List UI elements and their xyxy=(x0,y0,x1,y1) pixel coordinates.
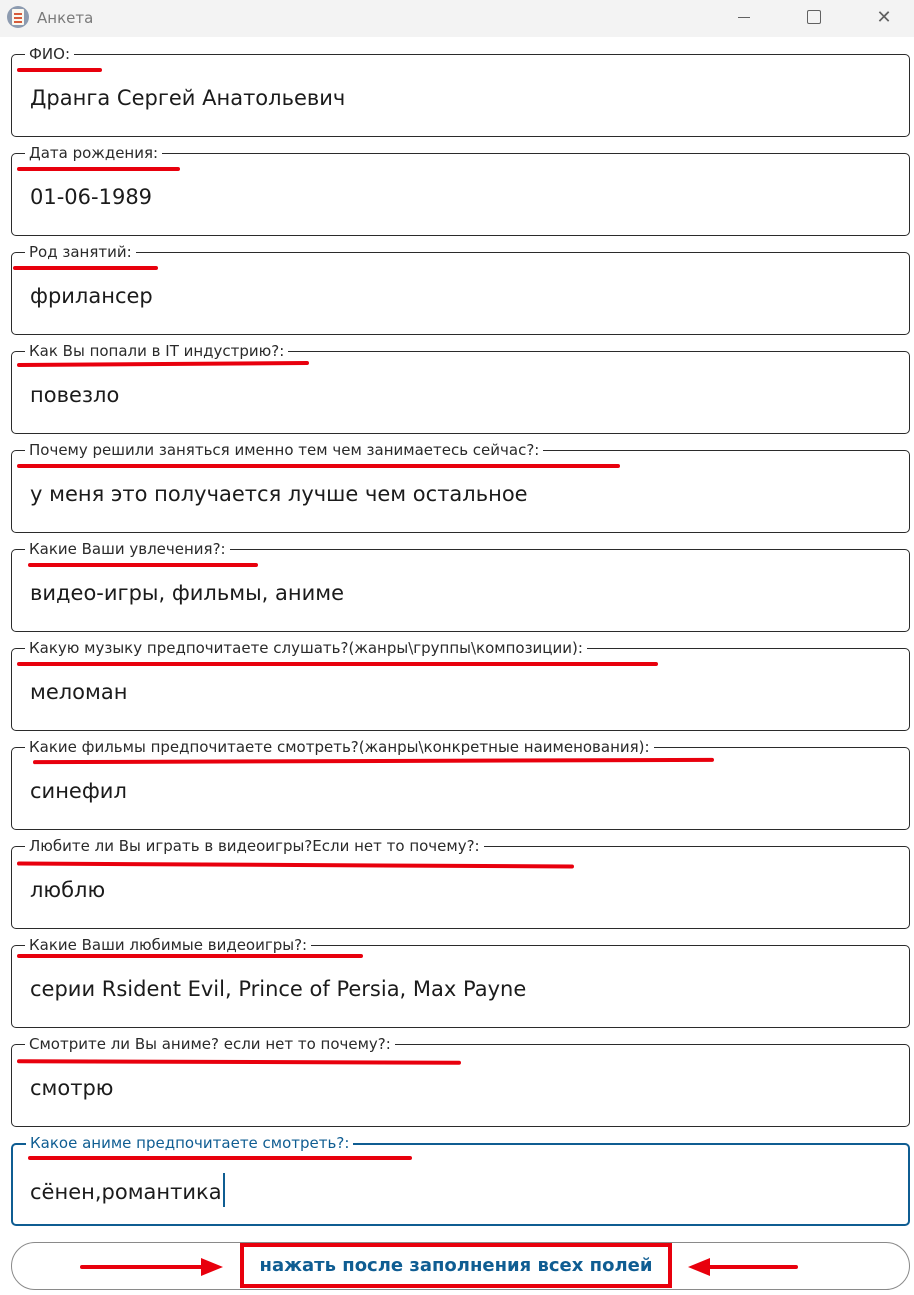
minimize-button[interactable] xyxy=(709,0,779,34)
occupation-value: фрилансер xyxy=(30,284,153,308)
movies-label: Какие фильмы предпочитаете смотреть?(жан… xyxy=(25,737,654,757)
anime-watching-field[interactable]: Смотрите ли Вы аниме? если нет то почему… xyxy=(11,1034,910,1127)
annotation-underline xyxy=(13,266,158,270)
it-entry-value: повезло xyxy=(30,383,120,407)
birth-date-field[interactable]: Дата рождения: 01-06-1989 xyxy=(11,143,910,236)
questionnaire-app-icon xyxy=(7,6,29,28)
annotation-underline xyxy=(17,464,620,468)
anime-preference-text: сёнен,романтика xyxy=(30,1180,222,1204)
annotation-underline xyxy=(28,1156,412,1160)
gaming-field[interactable]: Любите ли Вы играть в видеоигры?Если нет… xyxy=(11,836,910,929)
annotation-underline xyxy=(17,167,180,171)
fio-field[interactable]: ФИО: Дранга Сергей Анатольевич xyxy=(11,44,910,137)
music-field[interactable]: Какую музыку предпочитаете слушать?(жанр… xyxy=(11,638,910,731)
gaming-value: люблю xyxy=(30,878,106,902)
annotation-underline xyxy=(28,563,258,567)
hobbies-value: видео-игры, фильмы, аниме xyxy=(30,581,345,605)
birth-date-value: 01-06-1989 xyxy=(30,185,153,209)
window-title: Анкета xyxy=(37,9,94,27)
close-icon: ✕ xyxy=(876,6,892,28)
close-button[interactable]: ✕ xyxy=(849,0,914,34)
music-value: меломан xyxy=(30,680,128,704)
title-bar[interactable]: Анкета ✕ xyxy=(0,0,914,37)
career-choice-field[interactable]: Почему решили заняться именно тем чем за… xyxy=(11,440,910,533)
maximize-icon xyxy=(807,10,821,24)
annotation-underline xyxy=(17,662,658,666)
anime-preference-value: сёнен,романтика xyxy=(30,1173,225,1207)
occupation-field[interactable]: Род занятий: фрилансер xyxy=(11,242,910,335)
it-entry-label: Как Вы попали в IT индустрию?: xyxy=(25,341,289,361)
maximize-button[interactable] xyxy=(779,0,849,34)
movies-value: синефил xyxy=(30,779,127,803)
annotation-arrow-right-icon xyxy=(80,1258,223,1276)
questionnaire-window: Анкета ✕ ФИО: Дранга Сергей Анатольевич … xyxy=(0,0,914,1295)
hobbies-field[interactable]: Какие Ваши увлечения?: видео-игры, фильм… xyxy=(11,539,910,632)
annotation-underline xyxy=(17,954,363,958)
fio-value: Дранга Сергей Анатольевич xyxy=(30,86,346,110)
anime-watching-value: смотрю xyxy=(30,1076,114,1100)
occupation-label: Род занятий: xyxy=(25,242,136,262)
text-cursor xyxy=(222,1173,225,1207)
fio-label: ФИО: xyxy=(25,44,74,64)
career-choice-value: у меня это получается лучше чем остально… xyxy=(30,482,528,506)
anime-preference-label: Какое аниме предпочитаете смотреть?: xyxy=(26,1133,354,1153)
annotation-underline xyxy=(17,68,102,72)
birth-date-label: Дата рождения: xyxy=(25,143,163,163)
gaming-label: Любите ли Вы играть в видеоигры?Если нет… xyxy=(25,836,484,856)
favorite-games-label: Какие Ваши любимые видеоигры?: xyxy=(25,935,312,955)
favorite-games-value: серии Rsident Evil, Prince of Persia, Ma… xyxy=(30,977,527,1001)
music-label: Какую музыку предпочитаете слушать?(жанр… xyxy=(25,638,587,658)
minimize-icon xyxy=(738,17,750,18)
submit-button-label[interactable]: нажать после заполнения всех полей xyxy=(240,1243,672,1288)
hobbies-label: Какие Ваши увлечения?: xyxy=(25,539,230,559)
anime-watching-label: Смотрите ли Вы аниме? если нет то почему… xyxy=(25,1034,395,1054)
annotation-arrow-left-icon xyxy=(688,1258,798,1276)
career-choice-label: Почему решили заняться именно тем чем за… xyxy=(25,440,544,460)
